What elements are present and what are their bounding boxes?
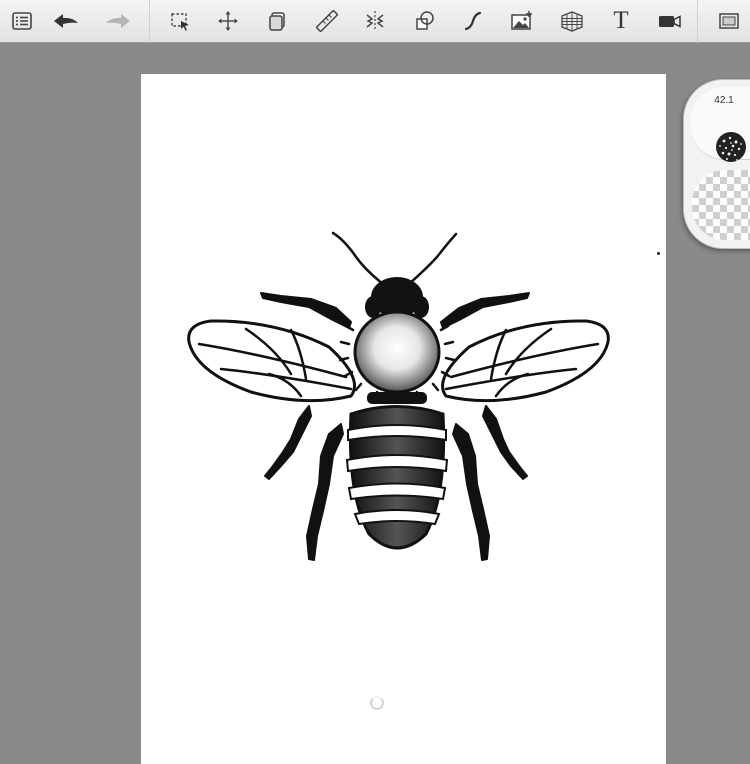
transform-button[interactable] — [213, 6, 243, 36]
bee-thorax — [353, 310, 441, 394]
layer-stack-icon — [269, 12, 285, 31]
redo-button[interactable] — [103, 6, 133, 36]
select-button[interactable] — [165, 6, 195, 36]
symmetry-icon — [366, 11, 384, 31]
perspective-grid-icon — [561, 11, 583, 32]
loading-spinner-icon — [370, 696, 384, 710]
symmetry-button[interactable] — [360, 6, 390, 36]
marquee-select-icon — [171, 13, 189, 31]
undo-arrow-icon — [54, 14, 78, 28]
ruler-button[interactable] — [312, 6, 342, 36]
layers-list-button[interactable] — [7, 6, 37, 36]
brush-puck-panel: 42.1 — [683, 79, 750, 249]
perspective-button[interactable] — [557, 6, 587, 36]
drawing-canvas[interactable] — [141, 74, 666, 764]
undo-button[interactable] — [51, 6, 81, 36]
french-curve-icon — [464, 11, 482, 31]
bee-drawing — [187, 231, 610, 561]
image-icon — [511, 11, 532, 30]
brush-size-value: 42.1 — [714, 95, 734, 106]
toolbar-separator — [149, 0, 150, 43]
move-arrows-icon — [218, 11, 238, 31]
fullscreen-icon — [719, 13, 739, 29]
main-toolbar: T — [0, 0, 750, 43]
brush-tip-preview-icon — [716, 132, 746, 162]
shapes-button[interactable] — [410, 6, 440, 36]
video-camera-icon — [659, 15, 681, 28]
toolbar-separator — [697, 0, 698, 43]
brush-size-puck[interactable]: 42.1 — [691, 87, 750, 162]
layer-stack-button[interactable] — [263, 6, 293, 36]
text-button[interactable]: T — [606, 6, 636, 36]
fullscreen-button[interactable] — [714, 6, 744, 36]
curve-button[interactable] — [458, 6, 488, 36]
ruler-icon — [316, 10, 338, 32]
list-icon — [12, 12, 32, 30]
shapes-icon — [416, 11, 434, 30]
redo-arrow-icon — [106, 14, 130, 28]
import-image-button[interactable] — [507, 6, 537, 36]
record-button[interactable] — [655, 6, 685, 36]
stray-ink-dot — [657, 252, 660, 255]
color-puck-transparent[interactable] — [692, 170, 750, 240]
text-icon: T — [613, 7, 629, 34]
